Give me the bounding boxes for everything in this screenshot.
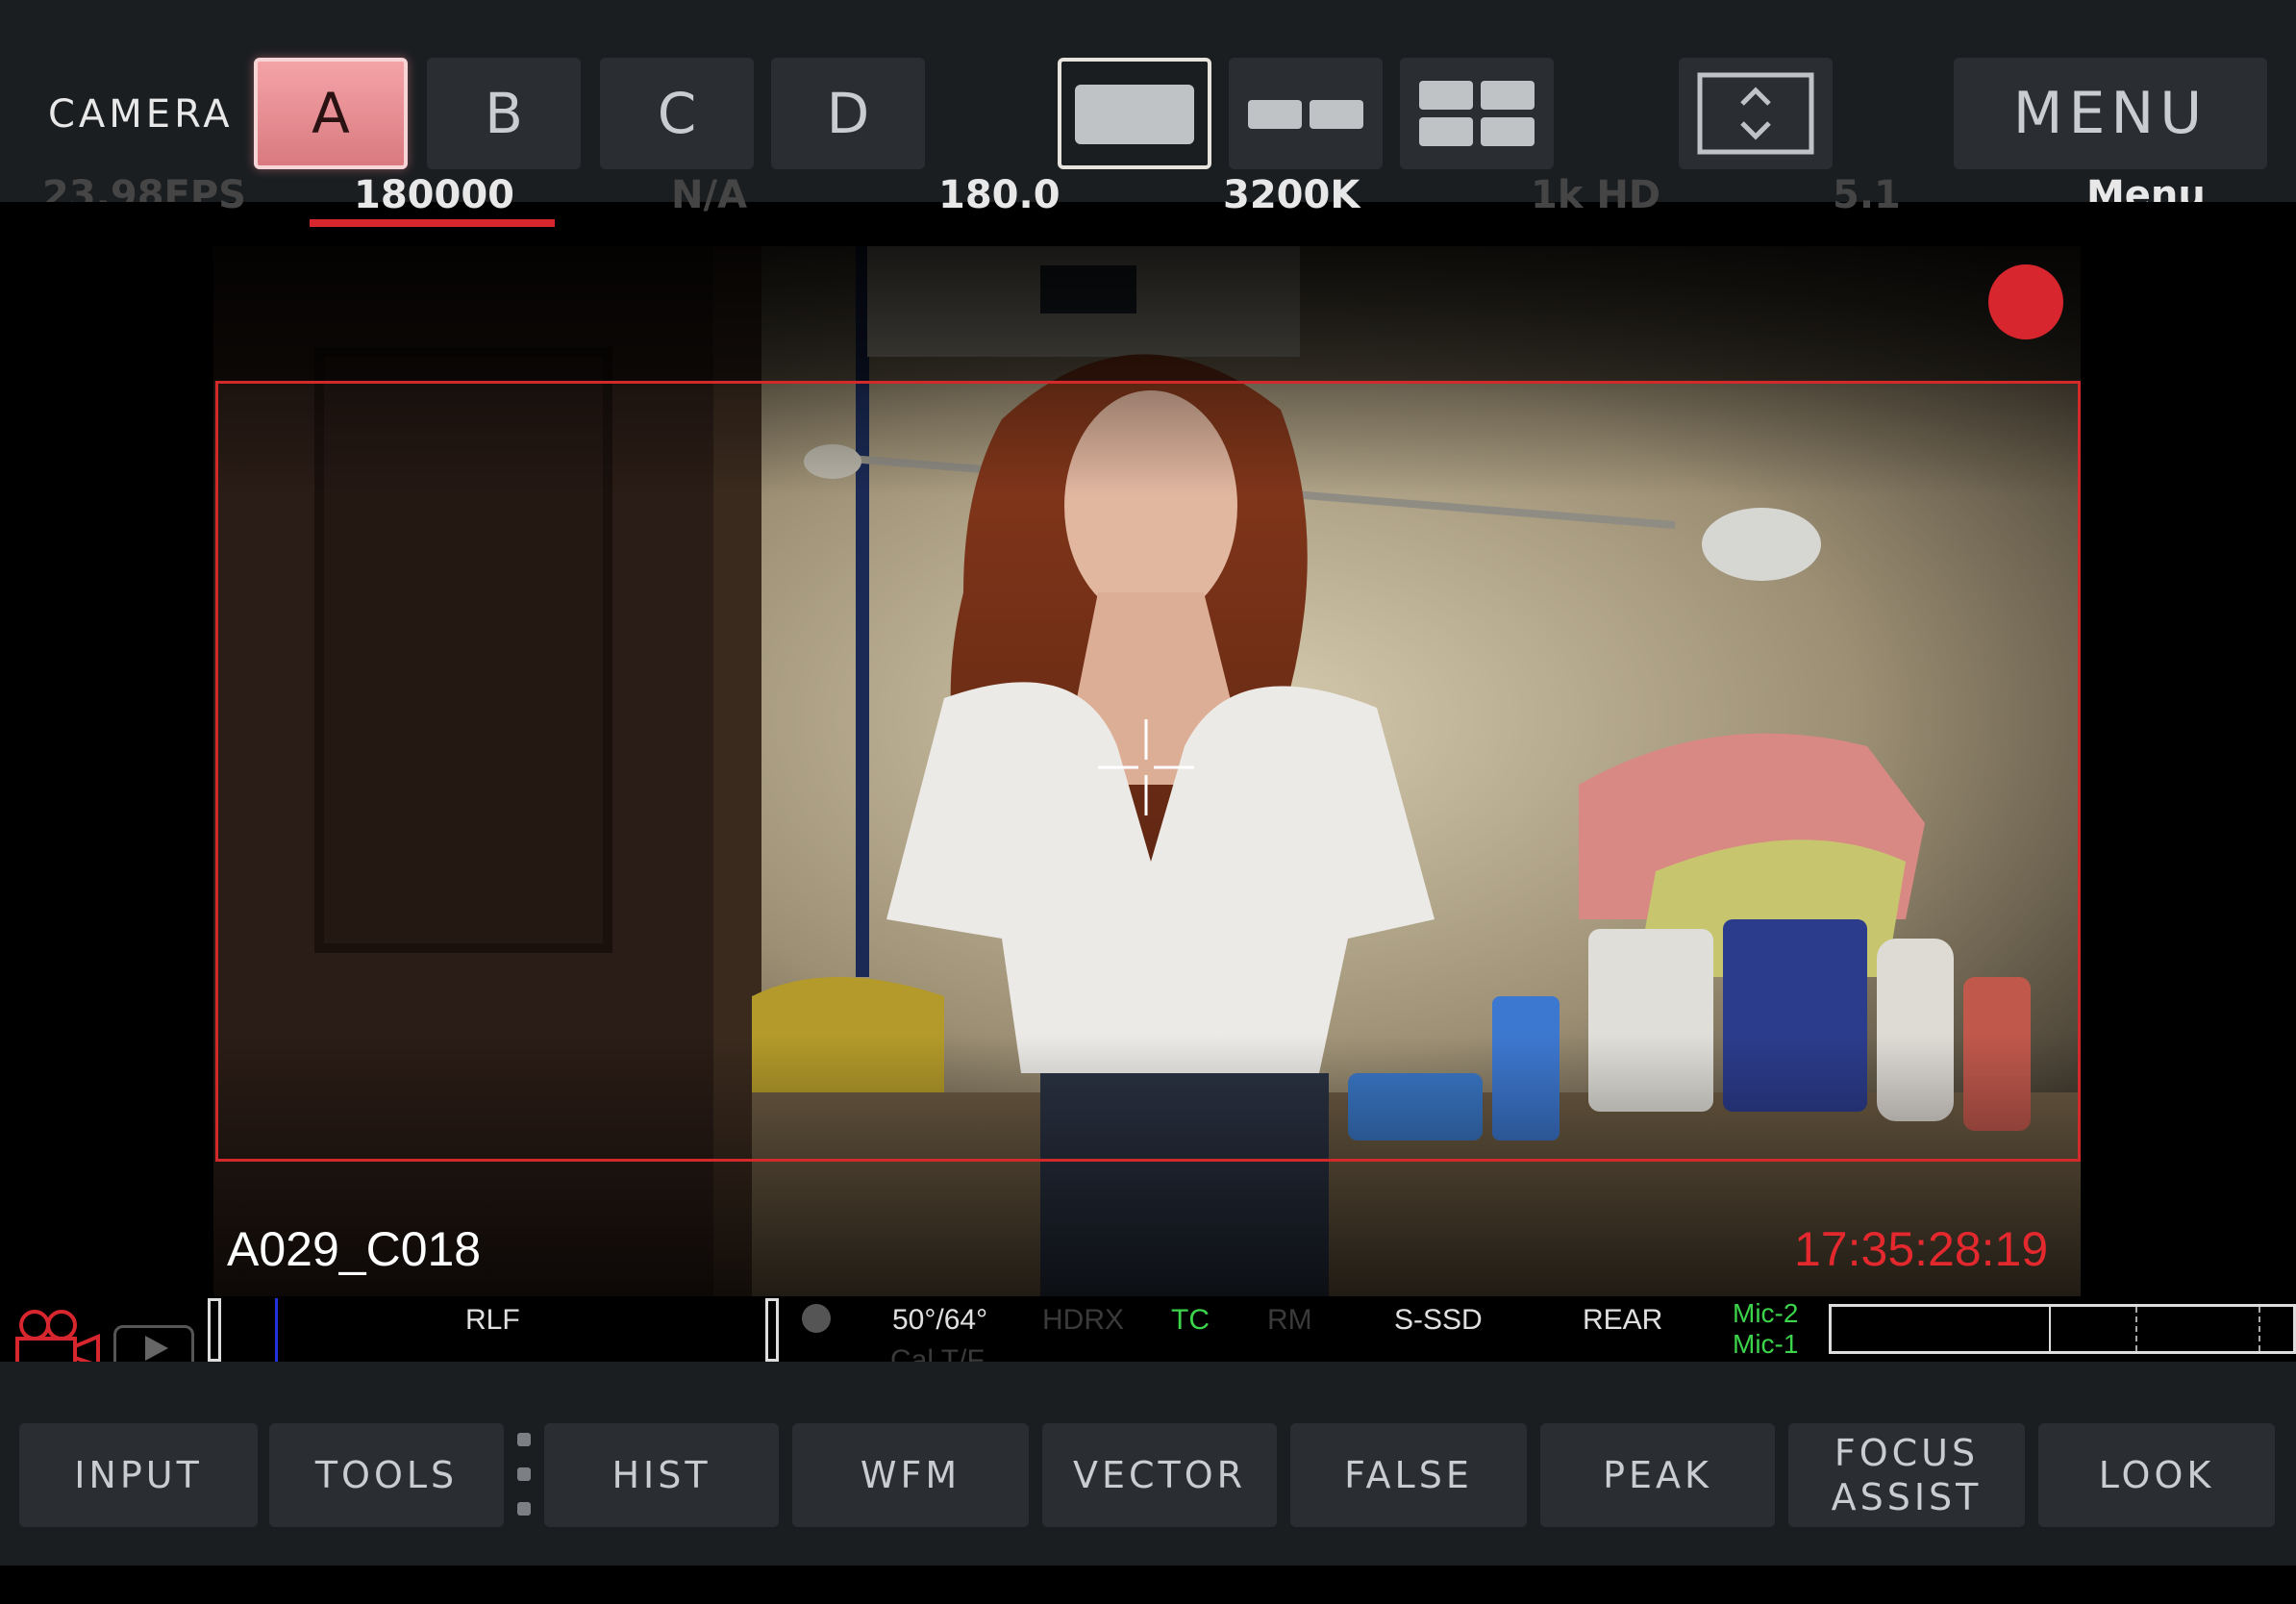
- status-dot-icon: [802, 1304, 831, 1333]
- mic-2-label: Mic-2: [1733, 1298, 1799, 1328]
- pager-dot-1[interactable]: [517, 1433, 531, 1446]
- media-label: S-SSD: [1394, 1304, 1483, 1336]
- audio-meter-right: [765, 1298, 779, 1362]
- camera-b-button[interactable]: B: [427, 58, 581, 169]
- lens-angle: 50°/64°: [892, 1304, 988, 1336]
- single-view-button[interactable]: [1058, 58, 1211, 169]
- focus-assist-label-line2: ASSIST: [1831, 1476, 1983, 1518]
- clip-name: A029_C018: [227, 1222, 482, 1276]
- status-strip: 23.98FPS 180000 N/A 180.0 3200K 1k HD 5.…: [0, 173, 2296, 217]
- focus-assist-button[interactable]: FOCUS ASSIST: [1788, 1423, 2025, 1527]
- status-angle[interactable]: 180.0: [938, 173, 1061, 217]
- record-indicator: [1988, 264, 2063, 339]
- timecode: 17:35:28:19: [1794, 1222, 2049, 1276]
- audio-level-meter: [1829, 1304, 2296, 1354]
- hdrx-label: HDRX: [1042, 1304, 1125, 1336]
- vector-button[interactable]: VECTOR: [1042, 1423, 1277, 1527]
- camera-d-button[interactable]: D: [771, 58, 925, 169]
- false-color-button[interactable]: FALSE: [1290, 1423, 1527, 1527]
- audio-meter-left: [208, 1298, 221, 1362]
- fit-screen-icon: [1697, 72, 1814, 155]
- fit-screen-button[interactable]: [1679, 58, 1833, 169]
- tc-label: TC: [1171, 1304, 1210, 1336]
- selected-status-underline: [310, 219, 555, 227]
- single-view-icon: [1075, 85, 1194, 144]
- status-aperture[interactable]: 5.1: [1833, 173, 1901, 217]
- rear-label: REAR: [1583, 1304, 1663, 1336]
- status-shutter[interactable]: 180000: [354, 173, 514, 217]
- pager-dot-3[interactable]: [517, 1502, 531, 1516]
- frame-guide-overlay: [215, 381, 2081, 1162]
- bottom-edge: [0, 1566, 2296, 1604]
- look-button[interactable]: LOOK: [2038, 1423, 2275, 1527]
- camera-label: CAMERA: [48, 92, 234, 137]
- hist-button[interactable]: HIST: [544, 1423, 779, 1527]
- camera-c-button[interactable]: C: [600, 58, 754, 169]
- peak-button[interactable]: PEAK: [1540, 1423, 1775, 1527]
- lens-calibration: Cal T/F: [890, 1344, 985, 1362]
- bottom-toolbar: INPUT TOOLS HIST WFM VECTOR FALSE PEAK F…: [0, 1362, 2296, 1566]
- dual-view-button[interactable]: [1229, 58, 1383, 169]
- status-resolution[interactable]: 1k HD: [1531, 173, 1660, 217]
- viewer-margin-left: [0, 202, 213, 1296]
- viewer-margin-right: [2081, 202, 2296, 1296]
- focus-assist-label-line1: FOCUS: [1834, 1432, 1980, 1474]
- top-bar: CAMERA A B C D MENU: [0, 0, 2296, 202]
- camera-a-button[interactable]: A: [254, 58, 408, 169]
- rm-label: RM: [1267, 1304, 1312, 1336]
- pager-dot-2[interactable]: [517, 1467, 531, 1481]
- menu-button[interactable]: MENU: [1954, 58, 2267, 169]
- play-icon: [145, 1336, 168, 1361]
- input-button[interactable]: INPUT: [19, 1423, 258, 1527]
- wfm-button[interactable]: WFM: [792, 1423, 1029, 1527]
- status-white-balance[interactable]: 3200K: [1223, 173, 1360, 217]
- status-iso[interactable]: N/A: [671, 173, 747, 217]
- quad-view-button[interactable]: [1400, 58, 1554, 169]
- camera-info-strip: RLF 50°/64° Cal T/F HDRX TC RM S-SSD REA…: [0, 1296, 2296, 1362]
- rlf-label: RLF: [465, 1304, 520, 1336]
- tools-button[interactable]: TOOLS: [269, 1423, 504, 1527]
- camera-icon[interactable]: [10, 1304, 102, 1362]
- mic-1-label: Mic-1: [1733, 1329, 1799, 1359]
- playback-button[interactable]: [113, 1325, 194, 1362]
- meter-marker: [275, 1298, 278, 1362]
